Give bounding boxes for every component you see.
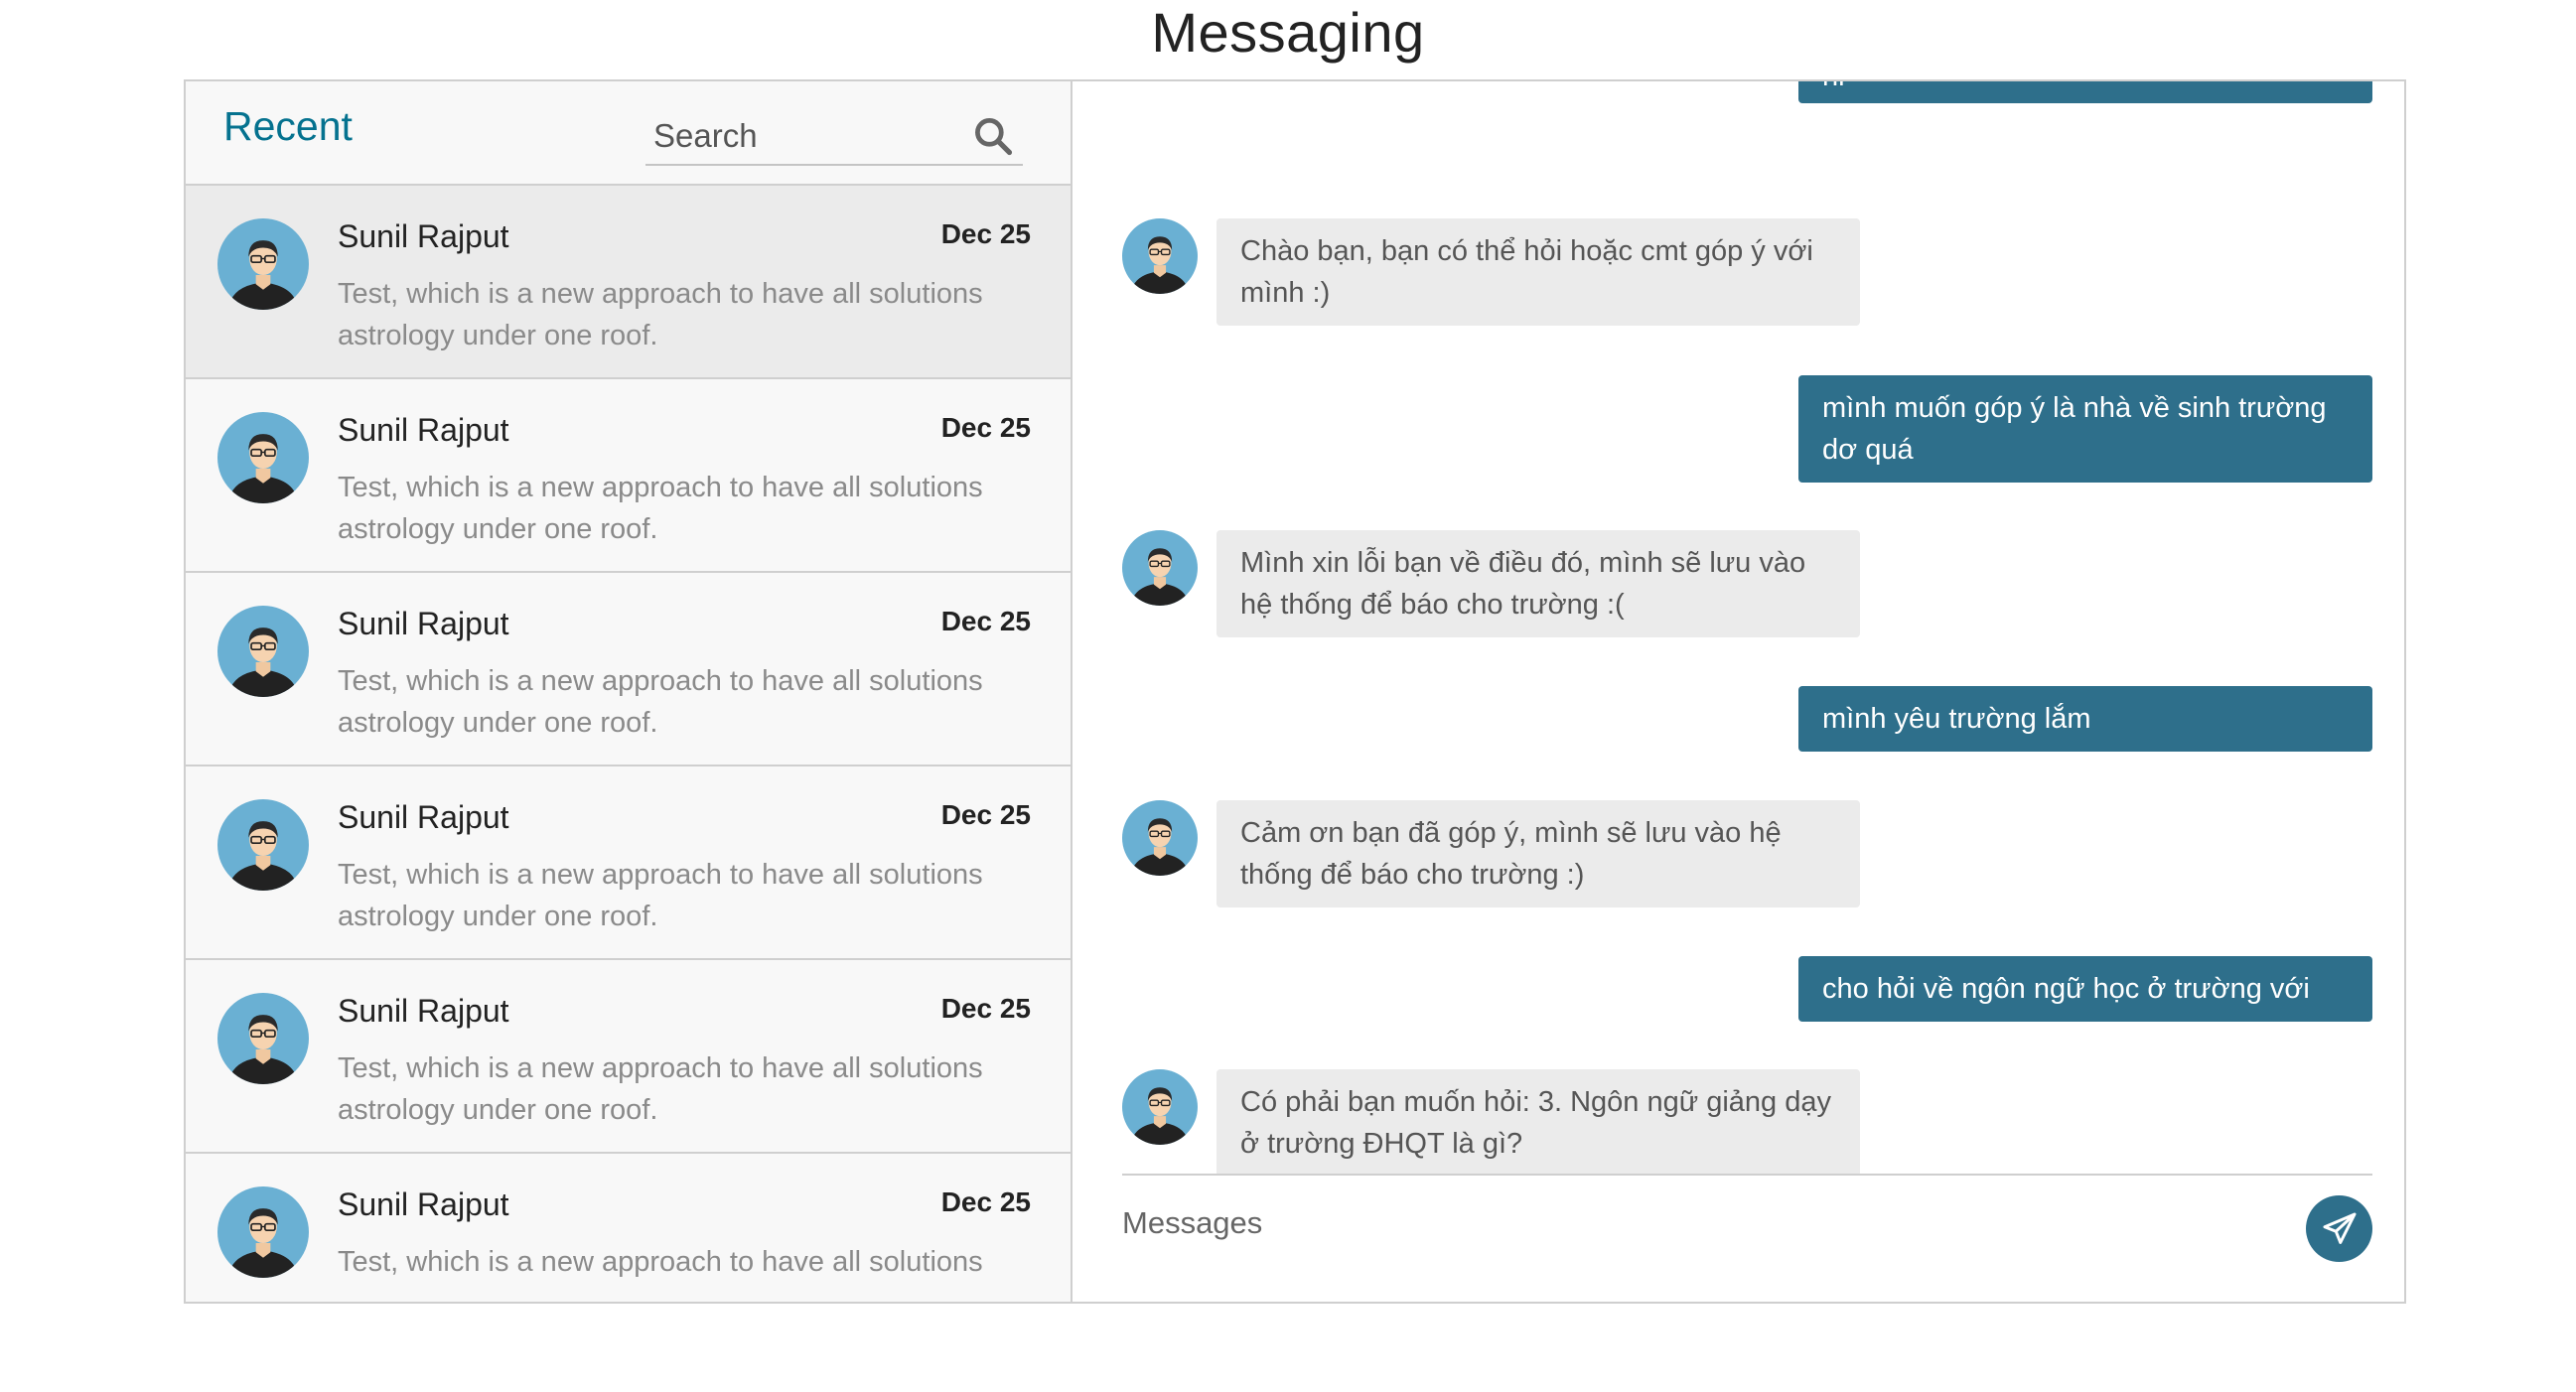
chat-date: Dec 25: [940, 1186, 1031, 1217]
chat-preview: Test, which is a new approach to have al…: [338, 859, 983, 932]
chat-list-item[interactable]: Sunil Rajput Dec 25 Test, which is a new…: [186, 766, 1071, 960]
outgoing-message: mình yêu trường lắm: [1798, 686, 2372, 752]
incoming-message-row: Có phải bạn muốn hỏi: 3. Ngôn ngữ giảng …: [1122, 1069, 1877, 1174]
chat-contact-name: Sunil Rajput: [338, 1186, 509, 1222]
incoming-message: Mình xin lỗi bạn về điều đó, mình sẽ lưu…: [1216, 530, 1860, 637]
user-avatar-icon: [217, 606, 309, 697]
chat-date: Dec 25: [940, 412, 1031, 443]
chat-list-item[interactable]: Sunil Rajput Dec 25 Test, which is a new…: [186, 1154, 1071, 1302]
incoming-message: Cảm ơn bạn đã góp ý, mình sẽ lưu vào hệ …: [1216, 800, 1860, 907]
user-avatar-icon: [217, 218, 309, 310]
message-input[interactable]: [1122, 1193, 2314, 1253]
message-composer: [1122, 1174, 2372, 1302]
chat-preview: Test, which is a new approach to have al…: [338, 665, 983, 739]
chat-contact-name: Sunil Rajput: [338, 993, 509, 1029]
message-history[interactable]: hi Chào bạn, bạn có thể hỏi h: [1122, 81, 2372, 1174]
chat-contact-name: Sunil Rajput: [338, 606, 509, 641]
chat-date: Dec 25: [940, 993, 1031, 1024]
recent-heading: Recent: [223, 103, 353, 149]
page-title: Messaging: [1151, 1, 1425, 64]
user-avatar-icon: [217, 799, 309, 891]
chat-date: Dec 25: [940, 606, 1031, 636]
chat-list-item[interactable]: Sunil Rajput Dec 25 Test, which is a new…: [186, 186, 1071, 379]
user-avatar-icon: [217, 1186, 309, 1278]
search-bar: [645, 106, 1023, 166]
chat-date: Dec 25: [940, 218, 1031, 249]
chat-preview: Test, which is a new approach to have al…: [338, 1052, 983, 1126]
chat-contact-name: Sunil Rajput: [338, 218, 509, 254]
paper-plane-icon: [2323, 1212, 2356, 1244]
incoming-message-row: Mình xin lỗi bạn về điều đó, mình sẽ lưu…: [1122, 530, 1877, 639]
outgoing-message: hi: [1798, 81, 2372, 103]
chat-preview: Test, which is a new approach to have al…: [338, 1246, 983, 1278]
chat-date: Dec 25: [940, 799, 1031, 830]
user-avatar-icon: [217, 412, 309, 503]
incoming-message: Có phải bạn muốn hỏi: 3. Ngôn ngữ giảng …: [1216, 1069, 1860, 1174]
chat-list-item[interactable]: Sunil Rajput Dec 25 Test, which is a new…: [186, 960, 1071, 1154]
incoming-message-row: Chào bạn, bạn có thể hỏi hoặc cmt góp ý …: [1122, 218, 1877, 328]
bot-avatar-icon: [1122, 218, 1198, 294]
outgoing-message: mình muốn góp ý là nhà về sinh trường dơ…: [1798, 375, 2372, 483]
chat-contact-name: Sunil Rajput: [338, 412, 509, 448]
send-button[interactable]: [2306, 1195, 2372, 1262]
chat-list-sidebar: Recent Search Sunil Rajput Dec 25 Test, …: [186, 81, 1073, 1302]
chat-preview: Test, which is a new approach to have al…: [338, 278, 983, 351]
chat-preview: Test, which is a new approach to have al…: [338, 472, 983, 545]
sidebar-header: Recent: [186, 81, 1071, 186]
chat-list-item[interactable]: Sunil Rajput Dec 25 Test, which is a new…: [186, 573, 1071, 766]
incoming-message: Chào bạn, bạn có thể hỏi hoặc cmt góp ý …: [1216, 218, 1860, 326]
bot-avatar-icon: [1122, 530, 1198, 606]
search-icon[interactable]: [971, 114, 1015, 158]
outgoing-message: cho hỏi về ngôn ngữ học ở trường với: [1798, 956, 2372, 1022]
messaging-app: Recent Search Sunil Rajput Dec 25 Test, …: [184, 79, 2406, 1304]
search-input[interactable]: [653, 112, 951, 160]
bot-avatar-icon: [1122, 800, 1198, 876]
chat-list-item[interactable]: Sunil Rajput Dec 25 Test, which is a new…: [186, 379, 1071, 573]
chat-contact-name: Sunil Rajput: [338, 799, 509, 835]
user-avatar-icon: [217, 993, 309, 1084]
conversation-panel: hi Chào bạn, bạn có thể hỏi h: [1073, 81, 2404, 1302]
bot-avatar-icon: [1122, 1069, 1198, 1145]
incoming-message-row: Cảm ơn bạn đã góp ý, mình sẽ lưu vào hệ …: [1122, 800, 1877, 909]
